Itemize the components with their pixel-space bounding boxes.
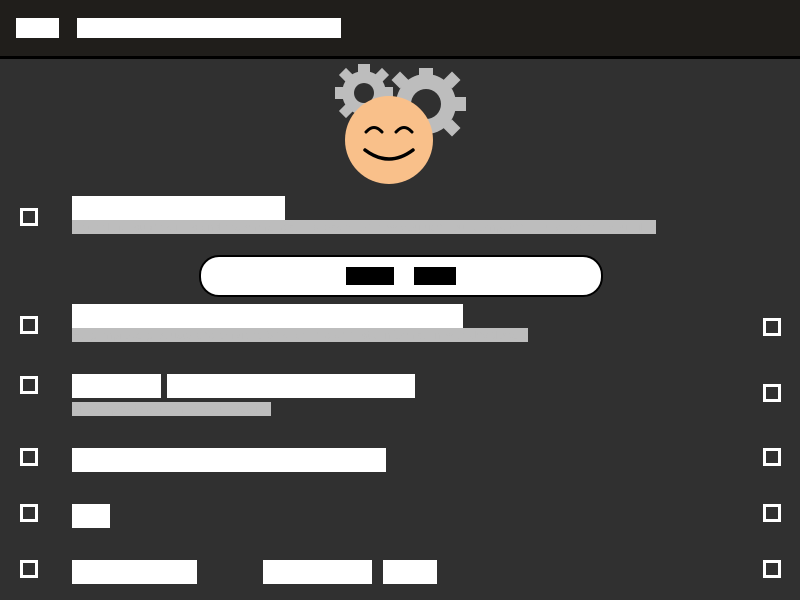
- row-title-tertiary: Sync: [383, 560, 437, 584]
- gears-icon: [335, 64, 466, 184]
- row-title-secondary: Share crash and usage data: [191, 304, 463, 328]
- row-description: Get helpful suggestions and recommendati…: [72, 220, 657, 234]
- toggle-checkbox[interactable]: [763, 384, 781, 402]
- toggle-checkbox[interactable]: [763, 504, 781, 522]
- row-title: Diagnostics: [72, 304, 192, 328]
- row-title-secondary: Enable Location Services: [167, 374, 416, 398]
- row-title-secondary: Dark mode: [263, 560, 373, 584]
- learn-more-button[interactable]: Learn More: [199, 255, 603, 297]
- smiley-face-icon: [345, 96, 433, 184]
- checkbox[interactable]: [20, 208, 38, 226]
- checkbox[interactable]: [20, 560, 38, 578]
- checkbox[interactable]: [20, 376, 38, 394]
- toggle-checkbox[interactable]: [763, 560, 781, 578]
- row-title: Location: [72, 374, 162, 398]
- app-label: Mac: [16, 17, 59, 39]
- row-title: Personalized features: [72, 196, 285, 220]
- row-description: Allow apps to determine your location: [72, 402, 272, 416]
- row-title: Siri: [72, 504, 111, 528]
- page-title: Customize your experience: [77, 17, 342, 39]
- row-title: Screen Time: [72, 560, 197, 584]
- checkbox[interactable]: [20, 448, 38, 466]
- row-description: Help improve products and services by sh…: [72, 328, 529, 342]
- hero-illustration: [330, 62, 470, 187]
- row-title: Automatically check for updates: [72, 448, 386, 472]
- button-label-b: More: [413, 267, 456, 285]
- toggle-checkbox[interactable]: [763, 318, 781, 336]
- checkbox[interactable]: [20, 504, 38, 522]
- checkbox[interactable]: [20, 316, 38, 334]
- toggle-checkbox[interactable]: [763, 448, 781, 466]
- top-bar: Mac Customize your experience: [0, 0, 800, 59]
- button-label-a: Learn: [346, 267, 394, 285]
